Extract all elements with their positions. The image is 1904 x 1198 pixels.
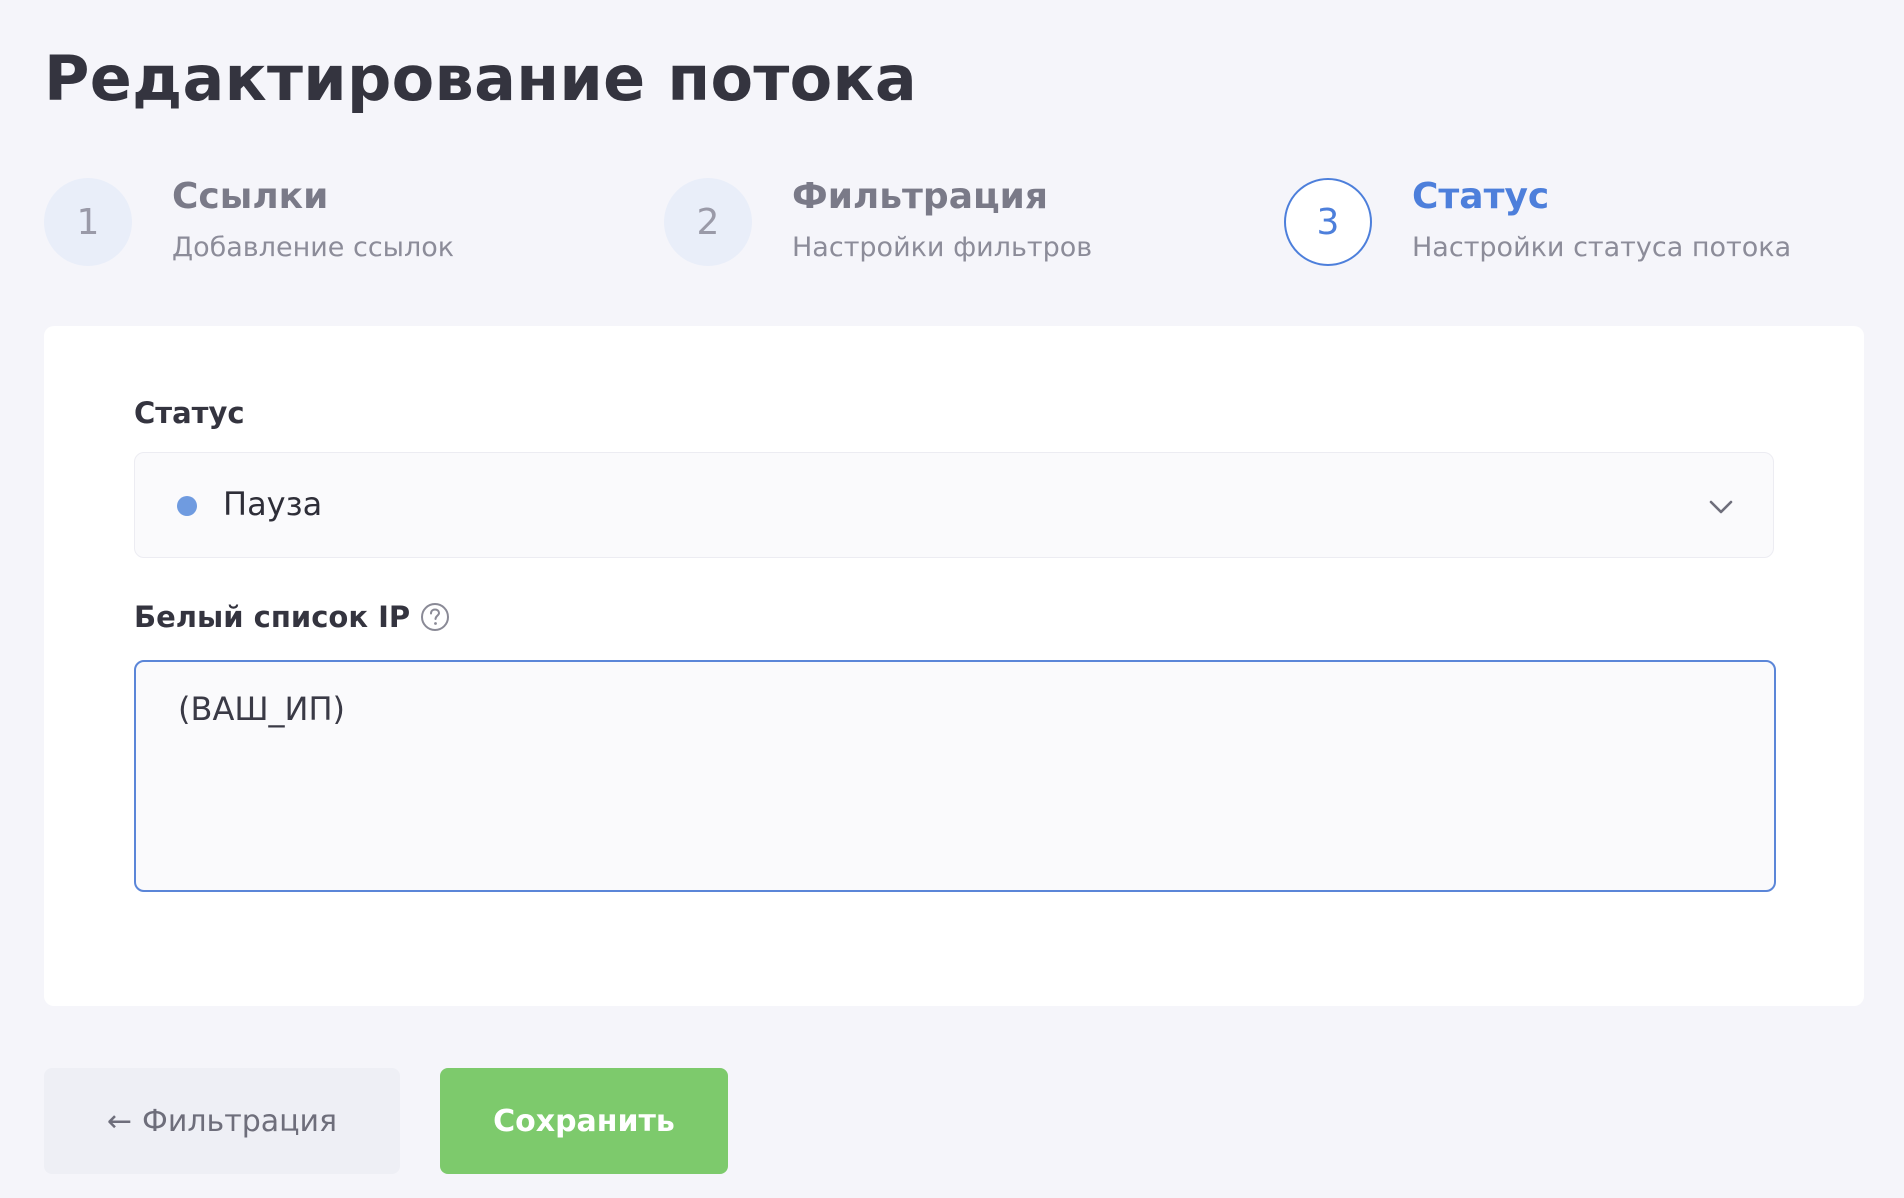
step-subtitle: Настройки статуса потока: [1412, 232, 1792, 263]
save-button[interactable]: Сохранить: [440, 1068, 728, 1174]
whitelist-label-text: Белый список IP: [134, 600, 411, 634]
chevron-down-icon: [1709, 500, 1733, 514]
whitelist-textarea[interactable]: (ВАШ_ИП): [134, 660, 1776, 892]
step-subtitle: Настройки фильтров: [792, 232, 1093, 263]
page-title: Редактирование потока: [44, 42, 917, 115]
page: Редактирование потока 1 Ссылки Добавлени…: [0, 0, 1904, 1198]
back-to-filtering-button[interactable]: ← Фильтрация: [44, 1068, 400, 1174]
status-label: Статус: [134, 396, 245, 430]
step-title: Фильтрация: [792, 176, 1049, 217]
step-number: 2: [664, 178, 752, 266]
step-subtitle: Добавление ссылок: [172, 232, 455, 263]
back-button-label: Фильтрация: [142, 1103, 338, 1139]
step-title: Статус: [1412, 176, 1550, 217]
status-select[interactable]: Пауза: [134, 452, 1774, 558]
step-title: Ссылки: [172, 176, 329, 217]
status-label-text: Статус: [134, 396, 245, 430]
step-number: 1: [44, 178, 132, 266]
status-select-value: Пауза: [223, 485, 323, 523]
form-card: Статус Пауза Белый список IP (ВАШ_ИП): [44, 326, 1864, 1006]
status-dot: [177, 496, 197, 516]
arrow-left-icon: ←: [106, 1103, 133, 1139]
stepper: 1 Ссылки Добавление ссылок 2 Фильтрация …: [44, 176, 1864, 268]
question-circle-icon[interactable]: [420, 602, 450, 632]
step-number: 3: [1284, 178, 1372, 266]
whitelist-label: Белый список IP: [134, 600, 450, 634]
